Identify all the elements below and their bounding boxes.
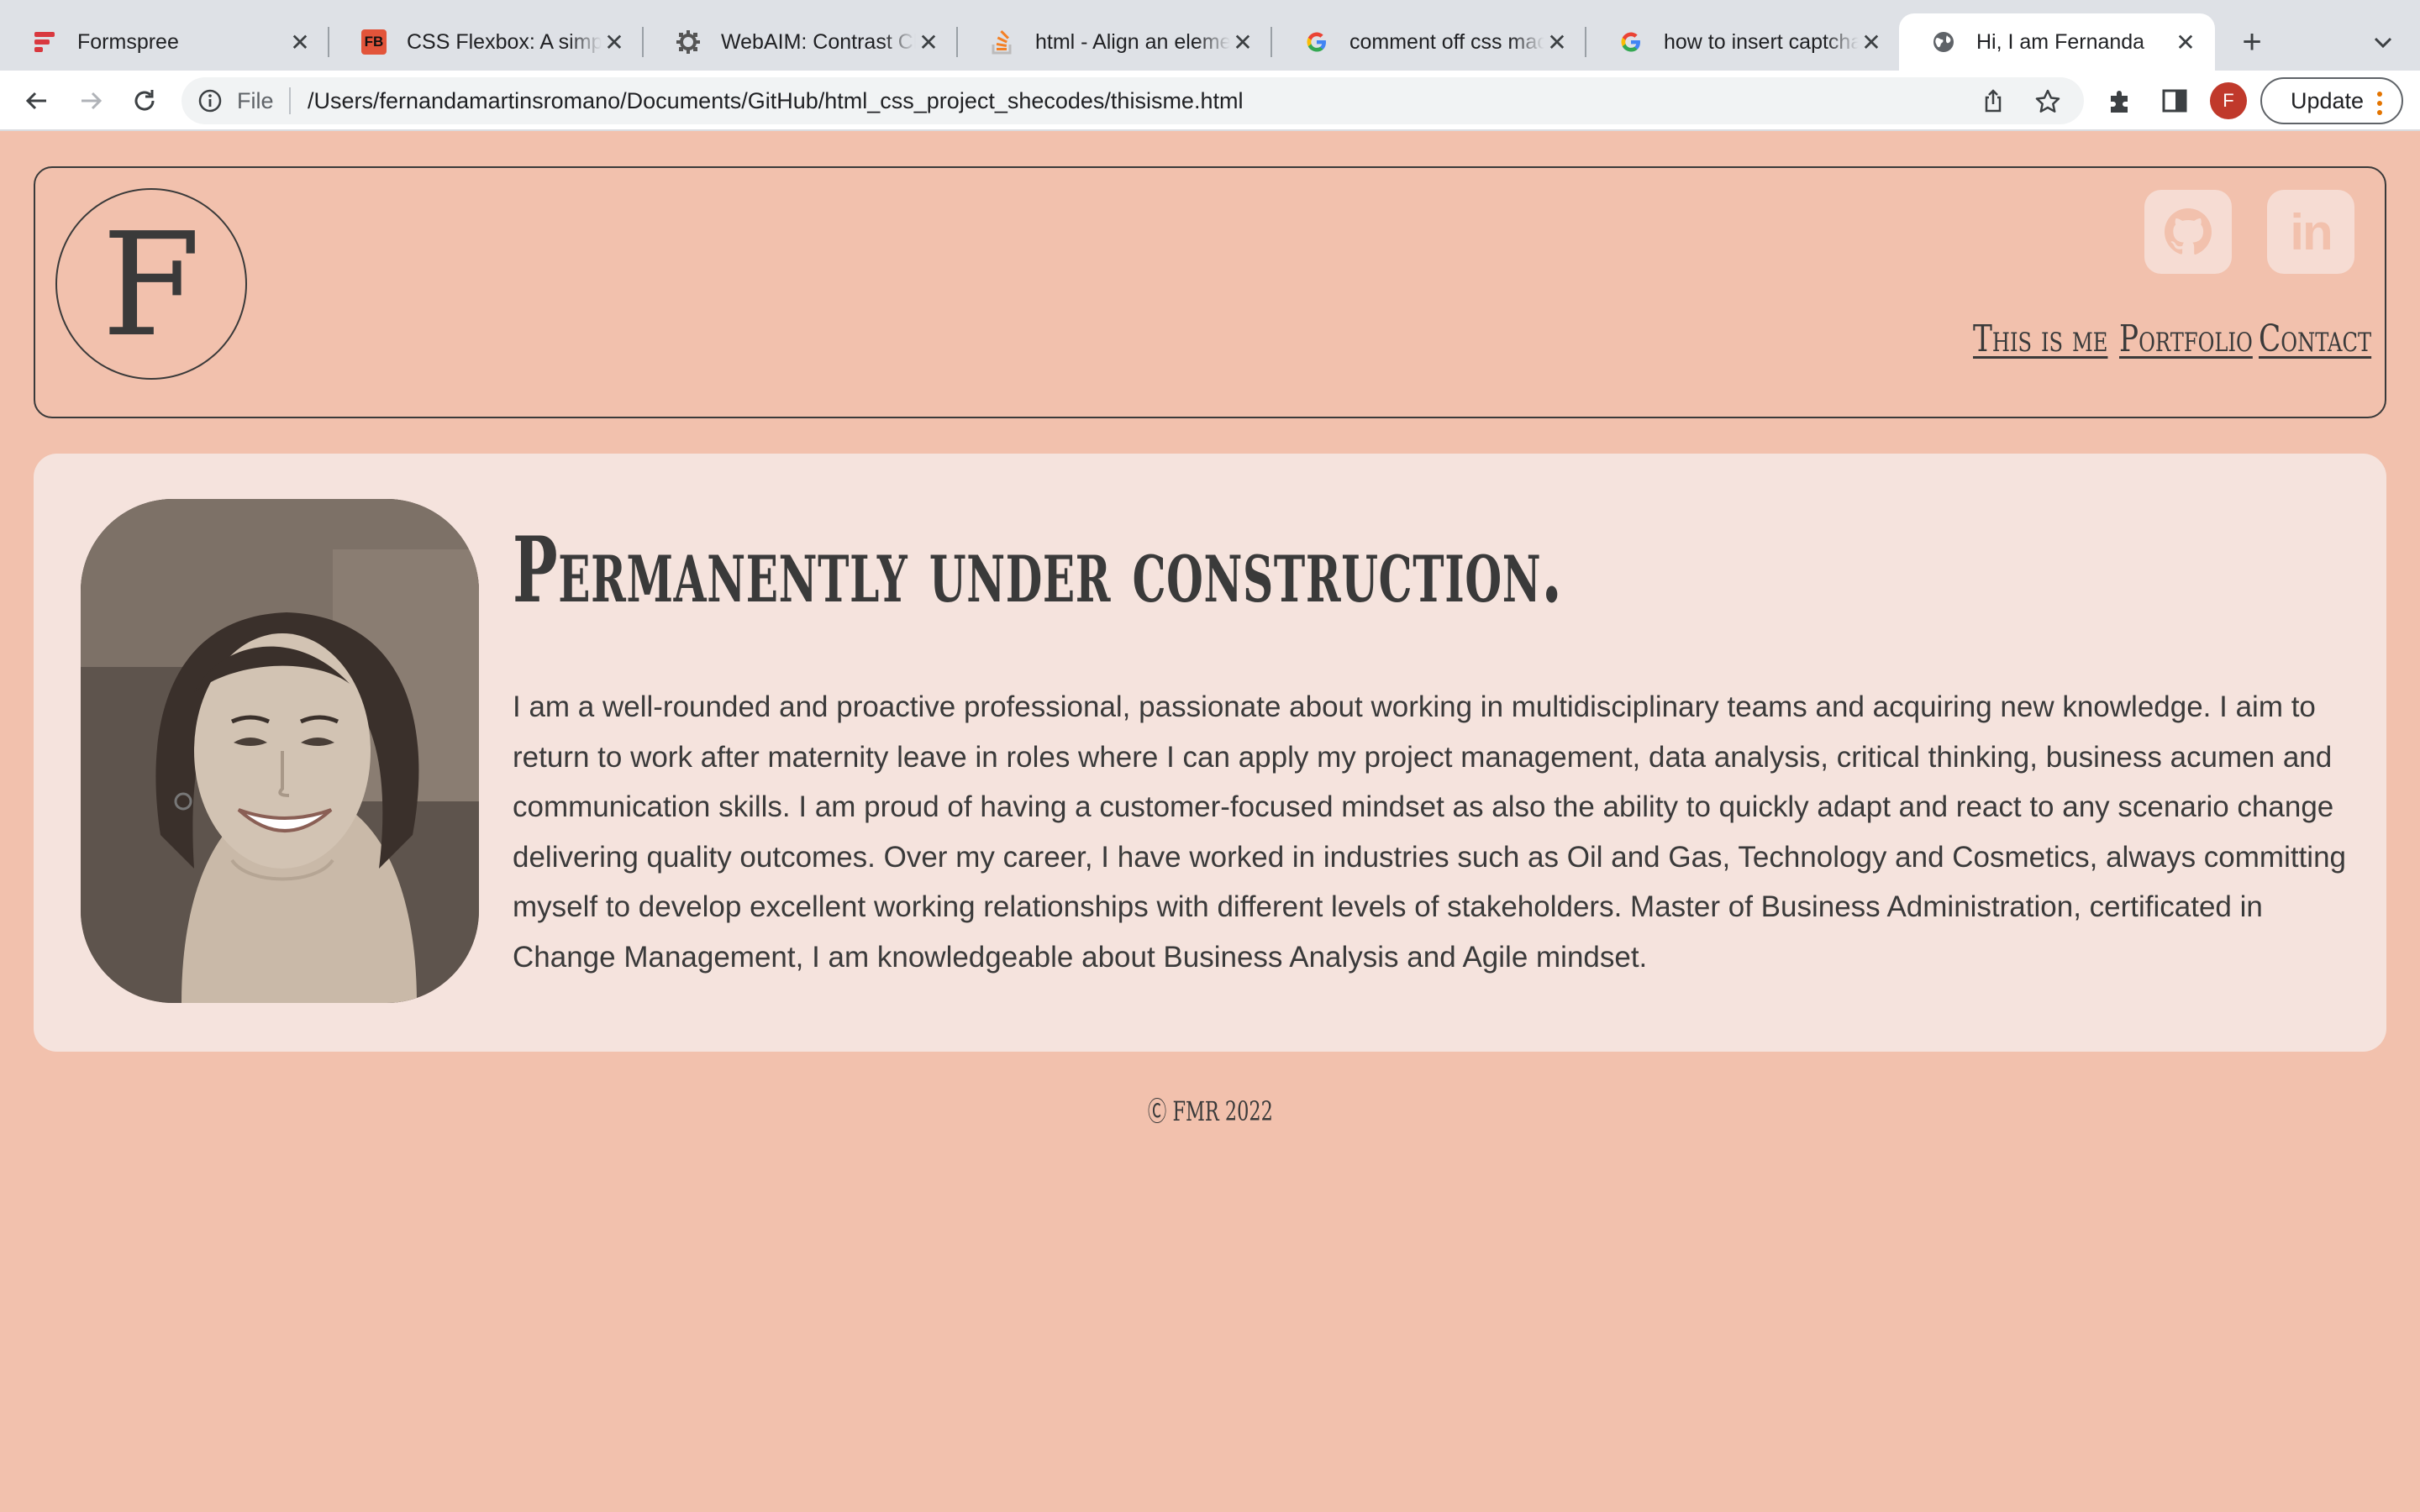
tab-title: WebAIM: Contrast Ch — [721, 29, 916, 55]
tab-title: Hi, I am Fernanda — [1976, 29, 2173, 55]
back-button[interactable] — [18, 82, 55, 119]
close-icon[interactable]: ✕ — [916, 29, 941, 56]
tab-title: CSS Flexbox: A simple — [407, 29, 602, 55]
tab-css-flexbox[interactable]: FB CSS Flexbox: A simple ✕ — [329, 13, 644, 71]
portrait-illustration — [81, 499, 479, 1003]
tab-title: how to insert captcha — [1664, 29, 1859, 55]
tab-title: comment off css mac — [1349, 29, 1544, 55]
tab-stackoverflow[interactable]: html - Align an elemen ✕ — [958, 13, 1272, 71]
site-footer: Ⓒ FMR 2022 — [0, 1090, 2420, 1129]
copyright-text: Ⓒ FMR 2022 — [1147, 1095, 1273, 1127]
arrow-right-icon — [82, 92, 103, 110]
info-icon[interactable] — [197, 87, 224, 114]
close-icon[interactable]: ✕ — [1544, 29, 1570, 56]
stackoverflow-icon — [990, 29, 1015, 55]
close-icon[interactable]: ✕ — [2173, 29, 2198, 56]
tab-search-chevron-icon[interactable] — [2366, 25, 2400, 59]
page-headline: Permanently under construction. — [513, 517, 1563, 623]
new-tab-button[interactable]: + — [2235, 20, 2269, 64]
google-icon — [1618, 29, 1644, 55]
site-header: F in This is me Portfolio Contact — [34, 166, 2386, 418]
address-divider — [289, 87, 291, 114]
github-icon — [2165, 208, 2212, 255]
tab-title: Formspree — [77, 29, 287, 55]
about-card: Permanently under construction. I am a w… — [34, 454, 2386, 1052]
update-label: Update — [2291, 88, 2365, 113]
nav-portfolio[interactable]: Portfolio — [2119, 318, 2253, 360]
profile-avatar[interactable]: F — [2210, 82, 2247, 119]
more-vert-icon[interactable] — [2376, 87, 2383, 115]
reload-icon — [134, 90, 155, 111]
globe-icon — [1931, 29, 1956, 55]
update-button[interactable]: Update — [2260, 77, 2403, 124]
close-icon[interactable]: ✕ — [1230, 29, 1255, 56]
bio-paragraph: I am a well-rounded and proactive profes… — [513, 690, 2346, 974]
linkedin-link[interactable]: in — [2267, 190, 2354, 274]
linkedin-icon: in — [2290, 203, 2333, 260]
share-icon[interactable] — [1980, 87, 2007, 114]
fb-icon-text: FB — [361, 29, 387, 55]
arrow-left-icon — [25, 92, 46, 110]
github-link[interactable] — [2144, 190, 2232, 274]
tab-google-comment[interactable]: comment off css mac ✕ — [1272, 13, 1586, 71]
close-icon[interactable]: ✕ — [287, 29, 313, 56]
formspree-icon — [32, 29, 57, 55]
star-icon[interactable] — [2033, 87, 2062, 116]
close-icon[interactable]: ✕ — [602, 29, 627, 56]
google-icon — [1304, 29, 1329, 55]
nav-contact[interactable]: Contact — [2259, 318, 2371, 360]
url-text[interactable]: /Users/fernandamartinsromano/Documents/G… — [308, 88, 1243, 114]
forward-button[interactable] — [72, 82, 109, 119]
webaim-icon — [676, 29, 701, 55]
site-logo[interactable]: F — [55, 188, 247, 380]
close-icon[interactable]: ✕ — [1859, 29, 1884, 56]
address-bar[interactable]: File /Users/fernandamartinsromano/Docume… — [182, 77, 2084, 124]
tab-strip: Formspree ✕ FB CSS Flexbox: A simple ✕ W… — [0, 0, 2420, 71]
reload-button[interactable] — [126, 82, 163, 119]
nav-this-is-me[interactable]: This is me — [1973, 318, 2107, 360]
side-panel-icon[interactable] — [2160, 86, 2190, 116]
tab-active-fernanda[interactable]: Hi, I am Fernanda ✕ — [1899, 13, 2215, 71]
fb-icon: FB — [361, 29, 387, 55]
browser-toolbar: File /Users/fernandamartinsromano/Docume… — [0, 71, 2420, 131]
profile-photo — [81, 499, 479, 1003]
scheme-label: File — [237, 88, 274, 113]
extensions-puzzle-icon[interactable] — [2106, 86, 2136, 116]
tab-google-captcha[interactable]: how to insert captcha ✕ — [1586, 13, 1901, 71]
tab-webaim[interactable]: WebAIM: Contrast Ch ✕ — [644, 13, 958, 71]
tab-formspree[interactable]: Formspree ✕ — [0, 13, 329, 71]
tab-title: html - Align an elemen — [1035, 29, 1230, 55]
